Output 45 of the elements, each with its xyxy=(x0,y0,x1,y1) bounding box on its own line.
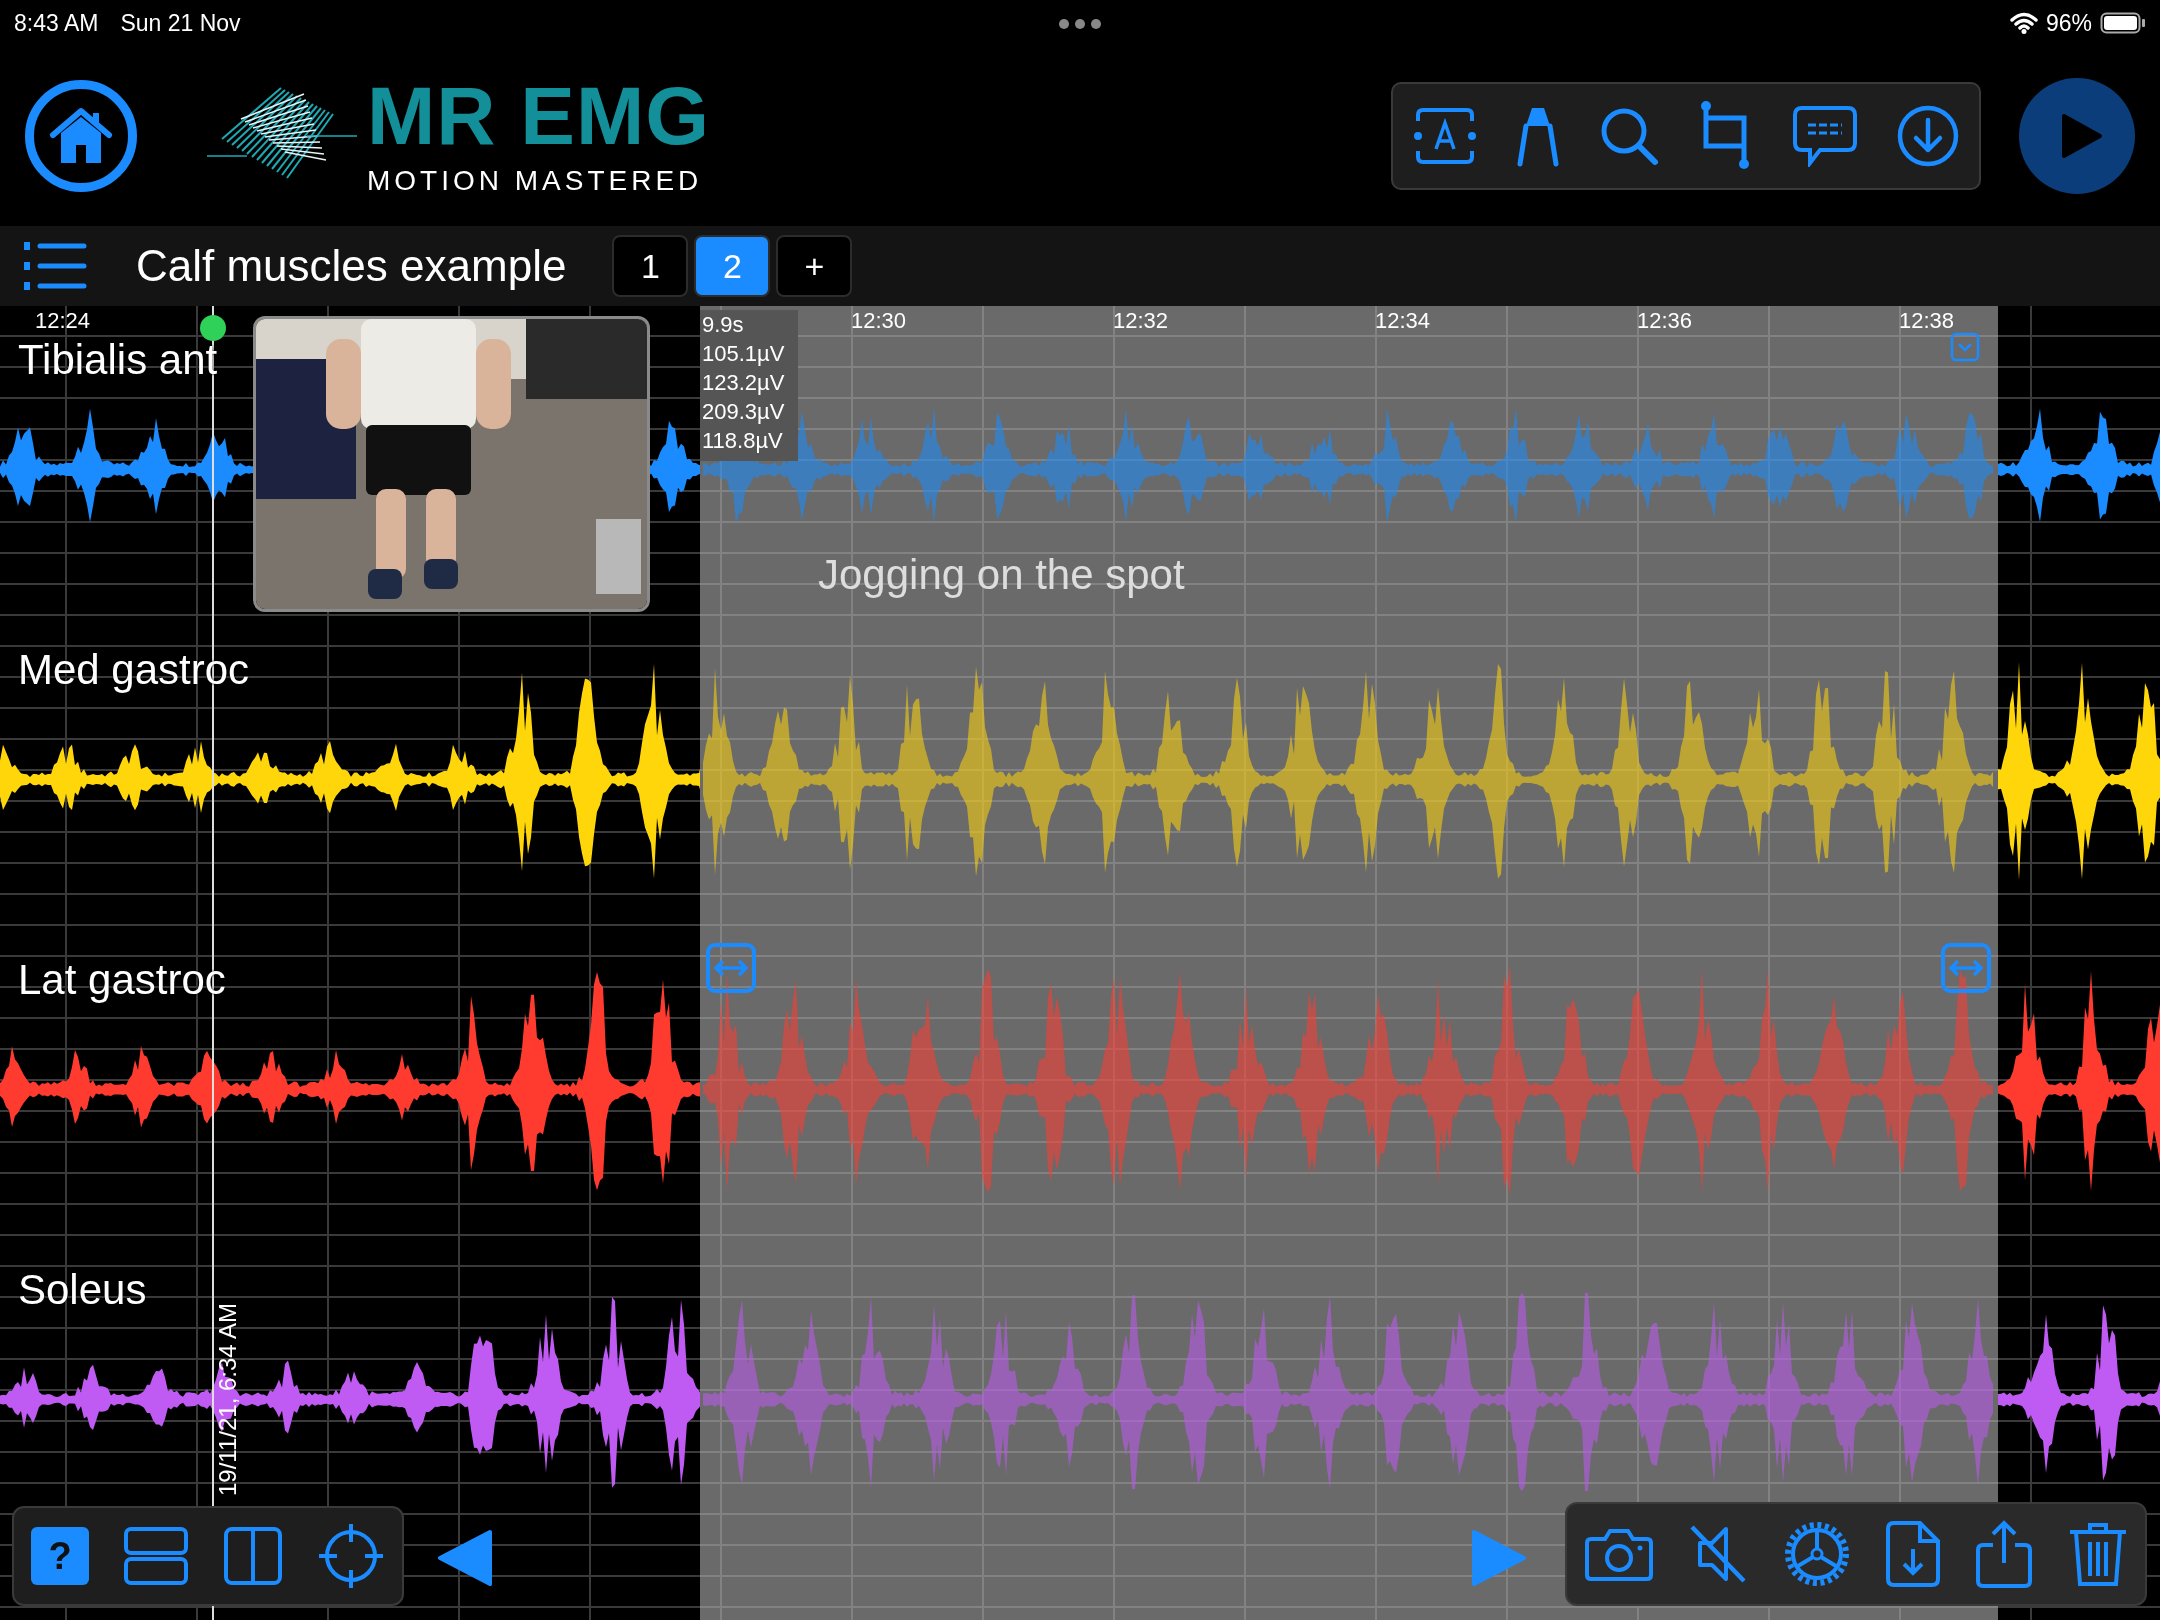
document-title: Calf muscles example xyxy=(136,241,567,291)
resize-handle-icon[interactable] xyxy=(1940,942,1992,994)
readout-value: 123.2µV xyxy=(702,369,786,397)
readout-value: 9.9s xyxy=(702,311,745,339)
annotation-label[interactable]: Jogging on the spot xyxy=(818,551,1185,599)
logo-title: MR EMG xyxy=(367,75,711,157)
page-tab[interactable]: 1 xyxy=(612,235,689,297)
settings-icon[interactable] xyxy=(1782,1520,1851,1588)
download-icon[interactable] xyxy=(1896,104,1960,168)
status-time: 8:43 AM xyxy=(14,9,99,37)
add-page-button[interactable]: + xyxy=(776,235,853,297)
trash-icon[interactable] xyxy=(2067,1520,2128,1588)
logo-subtitle: MOTION MASTERED xyxy=(367,165,704,197)
cursor-date-label: 19/11/21, 6:34 AM xyxy=(213,1302,242,1496)
home-icon xyxy=(49,107,113,165)
time-label: 12:30 xyxy=(851,308,907,334)
battery-percentage: 96% xyxy=(2045,9,2092,37)
play-icon xyxy=(2060,112,2104,160)
readout-value: 105.1µV xyxy=(702,340,786,368)
comment-icon[interactable] xyxy=(1792,105,1858,167)
time-label: 12:32 xyxy=(1113,308,1169,334)
resize-handle-icon[interactable] xyxy=(705,942,757,994)
columns-layout-icon[interactable] xyxy=(223,1526,283,1586)
previous-icon[interactable] xyxy=(436,1530,494,1586)
camera-icon[interactable] xyxy=(1584,1527,1653,1581)
mute-icon[interactable] xyxy=(1687,1523,1748,1585)
time-label: 12:36 xyxy=(1637,308,1693,334)
time-label: 12:34 xyxy=(1375,308,1431,334)
readout-value: 209.3µV xyxy=(702,398,786,426)
time-label: 12:38 xyxy=(1899,308,1955,334)
page-tab[interactable]: 2 xyxy=(694,235,771,297)
channel-name: Soleus xyxy=(18,1266,147,1314)
battery-icon xyxy=(2100,12,2146,34)
multitasking-dots-icon[interactable] xyxy=(1058,18,1102,30)
marker-dot[interactable] xyxy=(200,315,226,341)
help-button[interactable]: ? xyxy=(31,1527,89,1585)
wifi-icon xyxy=(2009,12,2038,34)
time-label: 12:24 xyxy=(35,308,91,334)
file-download-icon[interactable] xyxy=(1885,1521,1940,1587)
rows-layout-icon[interactable] xyxy=(123,1526,189,1586)
crosshair-icon[interactable] xyxy=(317,1522,385,1590)
share-icon[interactable] xyxy=(1974,1519,2033,1589)
status-date: Sun 21 Nov xyxy=(120,9,241,37)
text-box-icon[interactable] xyxy=(1412,107,1478,165)
readout-value: 118.8µV xyxy=(702,427,784,455)
